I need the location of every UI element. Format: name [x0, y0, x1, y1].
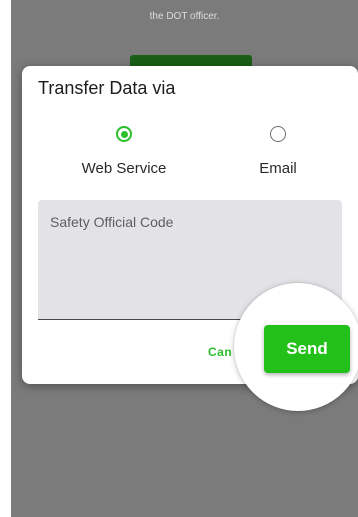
email-label: Email — [259, 160, 297, 177]
send-button[interactable]: Send — [264, 325, 350, 373]
web-service-label: Web Service — [81, 160, 167, 177]
code-placeholder: Safety Official Code — [50, 214, 174, 230]
option-web-service[interactable]: Web Service — [64, 126, 184, 177]
option-email[interactable]: Email — [218, 126, 338, 177]
radio-email[interactable] — [270, 126, 286, 142]
cancel-button[interactable]: Can — [208, 345, 232, 359]
radio-web-service[interactable] — [116, 126, 132, 142]
dialog-title: Transfer Data via — [38, 78, 176, 98]
background-message: the DOT officer. — [149, 11, 220, 22]
